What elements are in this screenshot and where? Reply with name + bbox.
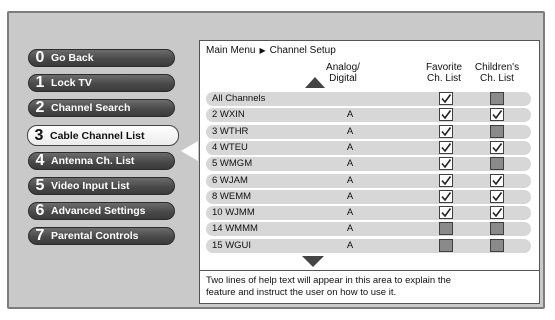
channel-row[interactable]: 5 WMGM A	[206, 157, 531, 172]
channel-setup-panel: Main Menu ▶ Channel Setup Analog/ Digita…	[199, 40, 540, 304]
children-checkbox[interactable]	[490, 92, 504, 105]
column-header-favorite-line2: Ch. List	[427, 73, 461, 84]
selection-pointer	[181, 141, 198, 161]
children-checkbox[interactable]	[490, 206, 504, 220]
channel-name: 6 WJAM	[212, 174, 248, 186]
channel-name: 8 WEMM	[212, 190, 252, 202]
menu-item-video-input-list[interactable]: 5 Video Input List	[28, 177, 175, 195]
menu-item-go-back[interactable]: 0 Go Back	[28, 49, 175, 67]
breadcrumb-parent[interactable]: Main Menu	[206, 45, 255, 56]
column-header-type-line1: Analog/	[326, 62, 360, 73]
favorite-checkbox[interactable]	[439, 206, 453, 220]
menu-item-number: 1	[35, 74, 45, 91]
favorite-checkbox[interactable]	[439, 108, 453, 122]
channel-type: A	[346, 223, 354, 235]
breadcrumb: Main Menu ▶ Channel Setup	[206, 45, 336, 56]
channel-name: 3 WTHR	[212, 125, 249, 137]
children-checkbox[interactable]	[490, 222, 504, 236]
channel-type: A	[346, 158, 354, 170]
favorite-checkbox[interactable]	[439, 124, 453, 138]
menu-item-label: Channel Search	[51, 102, 131, 114]
menu-item-label: Parental Controls	[51, 230, 139, 242]
channel-name: 10 WJMM	[212, 207, 255, 219]
scroll-up-arrow-icon[interactable]	[305, 77, 325, 88]
help-text-line1: Two lines of help text will appear in th…	[206, 275, 452, 286]
channel-name: All Channels	[212, 93, 266, 104]
column-header-children-line2: Ch. List	[480, 73, 514, 84]
menu-item-number: 7	[35, 227, 45, 244]
channel-row[interactable]: 3 WTHR A	[206, 124, 531, 139]
channel-row[interactable]: 15 WGUI A	[206, 238, 531, 253]
children-checkbox[interactable]	[490, 108, 504, 122]
column-header-children: Children's Ch. List	[468, 62, 526, 84]
menu-item-number: 2	[35, 99, 45, 116]
breadcrumb-separator-icon: ▶	[259, 46, 266, 55]
channel-type: A	[346, 239, 354, 251]
scroll-down-arrow-icon[interactable]	[302, 256, 324, 267]
children-checkbox[interactable]	[490, 140, 504, 154]
favorite-checkbox[interactable]	[439, 238, 453, 252]
menu-item-number: 6	[35, 202, 45, 219]
favorite-checkbox[interactable]	[439, 173, 453, 187]
favorite-checkbox[interactable]	[439, 140, 453, 154]
menu-item-number: 0	[35, 49, 45, 66]
favorite-checkbox[interactable]	[439, 92, 453, 105]
menu-item-channel-search[interactable]: 2 Channel Search	[28, 99, 175, 117]
channel-row[interactable]: 4 WTEU A	[206, 140, 531, 155]
children-checkbox[interactable]	[490, 238, 504, 252]
menu-item-label: Advanced Settings	[51, 205, 146, 217]
favorite-checkbox[interactable]	[439, 157, 453, 171]
channel-type: A	[346, 109, 354, 121]
children-checkbox[interactable]	[490, 157, 504, 171]
menu-item-number: 5	[35, 177, 45, 194]
children-checkbox[interactable]	[490, 189, 504, 203]
channel-type: A	[346, 174, 354, 186]
column-header-children-line1: Children's	[474, 62, 520, 73]
menu-item-number: 4	[35, 152, 45, 169]
menu-item-label: Lock TV	[51, 77, 92, 89]
channel-name: 14 WMMM	[212, 223, 258, 235]
menu-item-number: 3	[34, 126, 44, 144]
menu-item-label: Video Input List	[51, 180, 130, 192]
channel-row[interactable]: 8 WEMM A	[206, 189, 531, 204]
channel-type: A	[346, 125, 354, 137]
menu-item-label: Antenna Ch. List	[51, 155, 135, 167]
channel-name: 4 WTEU	[212, 141, 248, 153]
menu-item-advanced-settings[interactable]: 6 Advanced Settings	[28, 202, 175, 220]
channel-name: 5 WMGM	[212, 158, 253, 170]
channel-row[interactable]: 14 WMMM A	[206, 222, 531, 237]
menu-item-label: Cable Channel List	[50, 129, 145, 142]
breadcrumb-current: Channel Setup	[269, 45, 336, 56]
menu-item-lock-tv[interactable]: 1 Lock TV	[28, 74, 175, 92]
tv-screen: 0 Go Back 1 Lock TV 2 Channel Search 3 Cable Ch…	[7, 11, 545, 309]
channel-row[interactable]: All Channels	[206, 92, 531, 106]
channel-row[interactable]: 6 WJAM A	[206, 173, 531, 188]
channel-type: A	[346, 207, 354, 219]
favorite-checkbox[interactable]	[439, 222, 453, 236]
column-header-favorite-line1: Favorite	[425, 62, 463, 73]
channel-type: A	[346, 141, 354, 153]
channel-type: A	[346, 190, 354, 202]
help-text-area: Two lines of help text will appear in th…	[200, 270, 539, 303]
channel-row[interactable]: 2 WXIN A	[206, 108, 531, 123]
help-text-line2: feature and instruct the user on how to …	[206, 287, 397, 298]
channel-name: 2 WXIN	[212, 109, 245, 121]
column-header-favorite: Favorite Ch. List	[420, 62, 468, 84]
channel-name: 15 WGUI	[212, 239, 252, 251]
favorite-checkbox[interactable]	[439, 189, 453, 203]
menu-item-antenna-ch-list[interactable]: 4 Antenna Ch. List	[28, 152, 175, 170]
menu-item-parental-controls[interactable]: 7 Parental Controls	[28, 227, 175, 245]
children-checkbox[interactable]	[490, 173, 504, 187]
menu-item-label: Go Back	[51, 52, 94, 64]
menu-item-cable-channel-list[interactable]: 3 Cable Channel List	[27, 125, 179, 146]
channel-row[interactable]: 10 WJMM A	[206, 206, 531, 221]
children-checkbox[interactable]	[490, 124, 504, 138]
